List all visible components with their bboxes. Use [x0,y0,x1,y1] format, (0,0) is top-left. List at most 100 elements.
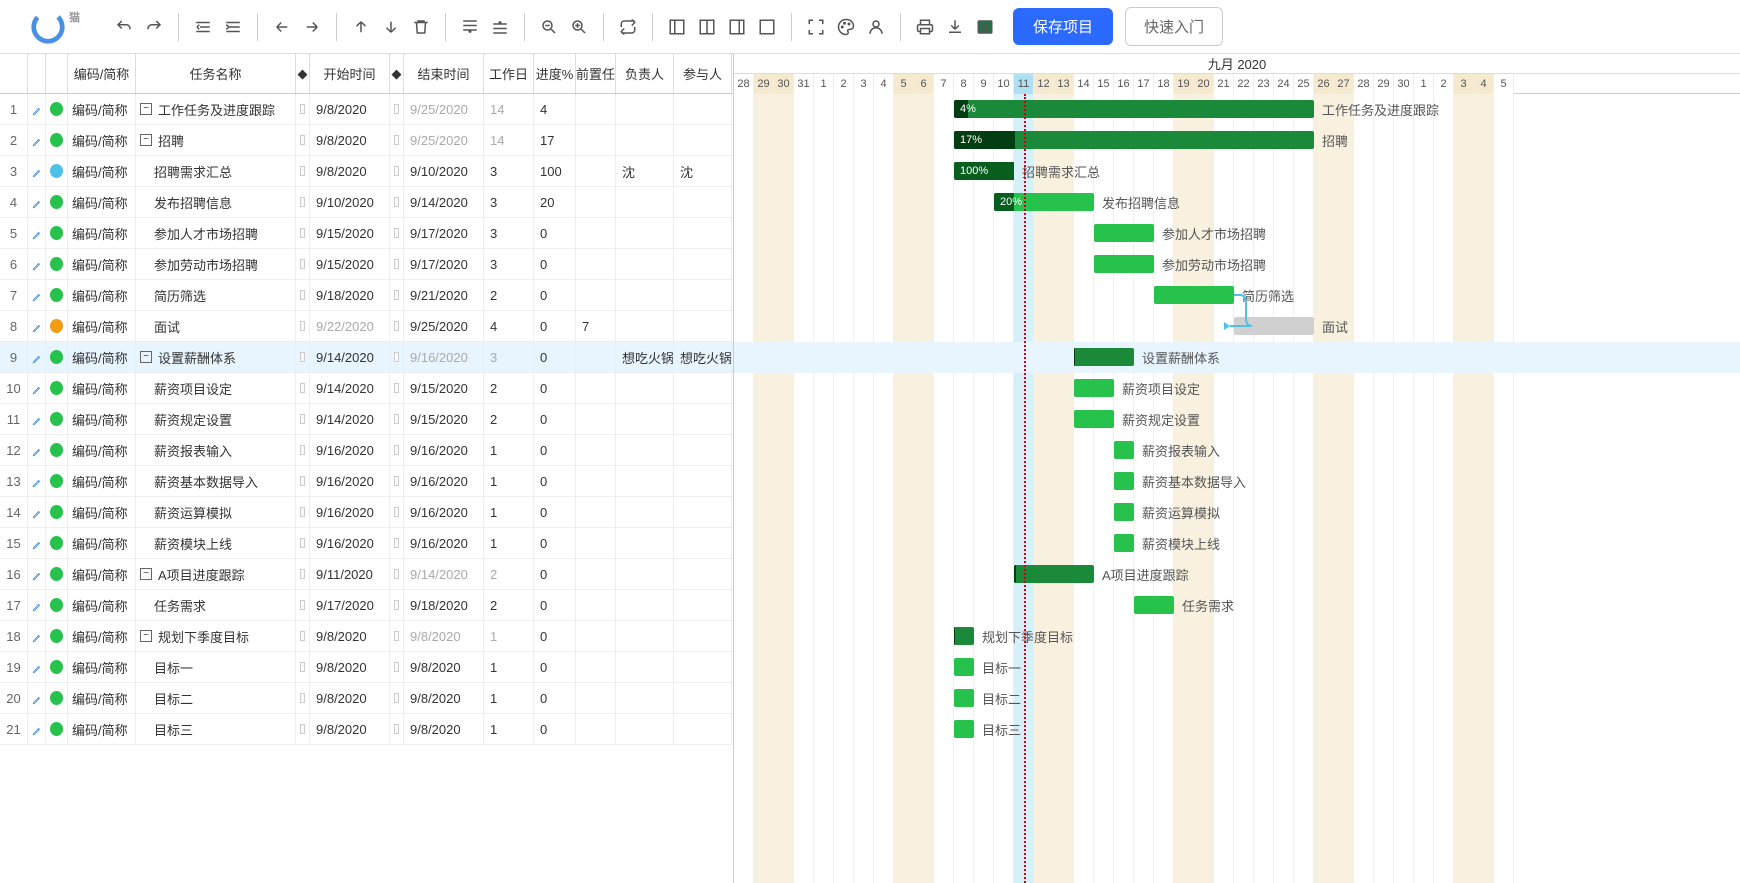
edit-row-icon[interactable] [28,466,46,496]
owner-cell[interactable]: 想吃火锅 [616,342,674,372]
status-dot[interactable] [46,466,68,496]
edit-row-icon[interactable] [28,218,46,248]
participant-cell[interactable] [674,652,732,682]
day-cell[interactable]: 19 [1174,74,1194,94]
gantt-bar[interactable]: 面试 [1234,317,1314,335]
edit-row-icon[interactable] [28,497,46,527]
gantt-h-scrollbar[interactable] [734,867,1740,883]
gantt-row[interactable]: 参加劳动市场招聘 [734,249,1740,280]
day-cell[interactable]: 3 [1454,74,1474,94]
edit-row-icon[interactable] [28,621,46,651]
predecessor-cell[interactable] [576,559,616,589]
duration-cell[interactable]: 1 [484,435,534,465]
end-marker[interactable] [390,311,404,341]
predecessor-cell[interactable] [576,621,616,651]
start-date-cell[interactable]: 9/18/2020 [310,280,390,310]
print-icon[interactable] [911,13,939,41]
start-date-cell[interactable]: 9/11/2020 [310,559,390,589]
duration-cell[interactable]: 1 [484,466,534,496]
gantt-row[interactable]: 目标三 [734,714,1740,745]
end-marker[interactable] [390,559,404,589]
gantt-row[interactable]: 目标一 [734,652,1740,683]
end-marker[interactable] [390,156,404,186]
task-name-cell[interactable]: −设置薪酬体系 [136,342,296,372]
col-owner[interactable]: 负责人 [616,54,674,93]
predecessor-cell[interactable] [576,652,616,682]
owner-cell[interactable] [616,590,674,620]
col-dur[interactable]: 工作日 [484,54,534,93]
gantt-bar[interactable]: 参加劳动市场招聘 [1094,255,1154,273]
end-marker[interactable] [390,125,404,155]
table-row[interactable]: 17编码/简称任务需求9/17/20209/18/202020 [0,590,733,621]
participant-cell[interactable] [674,125,732,155]
day-cell[interactable]: 30 [1394,74,1414,94]
duration-cell[interactable]: 4 [484,311,534,341]
code-cell[interactable]: 编码/简称 [68,528,136,558]
gantt-row[interactable]: 20%发布招聘信息 [734,187,1740,218]
table-row[interactable]: 15编码/简称薪资模块上线9/16/20209/16/202010 [0,528,733,559]
day-cell[interactable]: 3 [854,74,874,94]
code-cell[interactable]: 编码/简称 [68,125,136,155]
day-cell[interactable]: 26 [1314,74,1334,94]
gantt-bar[interactable]: 薪资报表输入 [1114,441,1134,459]
end-marker[interactable] [390,218,404,248]
gantt-row[interactable]: 薪资规定设置 [734,404,1740,435]
gantt-bar[interactable]: 目标三 [954,720,974,738]
duration-cell[interactable]: 2 [484,590,534,620]
code-cell[interactable]: 编码/简称 [68,559,136,589]
progress-cell[interactable]: 0 [534,404,576,434]
day-cell[interactable]: 25 [1294,74,1314,94]
gantt-row[interactable]: 目标二 [734,683,1740,714]
start-marker[interactable] [296,528,310,558]
duration-cell[interactable]: 1 [484,652,534,682]
gantt-row[interactable]: 设置薪酬体系 [734,342,1740,373]
start-date-cell[interactable]: 9/14/2020 [310,342,390,372]
predecessor-cell[interactable] [576,218,616,248]
code-cell[interactable]: 编码/简称 [68,218,136,248]
gantt-row[interactable]: 薪资报表输入 [734,435,1740,466]
day-cell[interactable]: 28 [734,74,754,94]
gantt-bar[interactable]: 薪资项目设定 [1074,379,1114,397]
duration-cell[interactable]: 1 [484,621,534,651]
move-up-icon[interactable] [347,13,375,41]
day-cell[interactable]: 22 [1234,74,1254,94]
participant-cell[interactable] [674,249,732,279]
day-cell[interactable]: 17 [1134,74,1154,94]
layout-2-icon[interactable] [693,13,721,41]
end-date-cell[interactable]: 9/10/2020 [404,156,484,186]
progress-cell[interactable]: 4 [534,94,576,124]
status-dot[interactable] [46,373,68,403]
duration-cell[interactable]: 3 [484,249,534,279]
col-name[interactable]: 任务名称 [136,54,296,93]
progress-cell[interactable]: 17 [534,125,576,155]
end-date-cell[interactable]: 9/16/2020 [404,342,484,372]
redo-icon[interactable] [140,13,168,41]
edit-row-icon[interactable] [28,94,46,124]
edit-row-icon[interactable] [28,435,46,465]
start-date-cell[interactable]: 9/15/2020 [310,218,390,248]
start-date-cell[interactable]: 9/8/2020 [310,125,390,155]
end-marker[interactable] [390,94,404,124]
col-participant[interactable]: 参与人 [674,54,732,93]
end-date-cell[interactable]: 9/17/2020 [404,249,484,279]
duration-cell[interactable]: 3 [484,156,534,186]
participant-cell[interactable] [674,311,732,341]
gantt-bar[interactable]: 薪资运算模拟 [1114,503,1134,521]
predecessor-cell[interactable] [576,249,616,279]
start-date-cell[interactable]: 9/16/2020 [310,466,390,496]
predecessor-cell[interactable] [576,683,616,713]
status-dot[interactable] [46,590,68,620]
predecessor-cell[interactable] [576,714,616,744]
progress-cell[interactable]: 20 [534,187,576,217]
owner-cell[interactable] [616,528,674,558]
end-marker[interactable] [390,404,404,434]
start-date-cell[interactable]: 9/10/2020 [310,187,390,217]
day-cell[interactable]: 28 [1354,74,1374,94]
edit-row-icon[interactable] [28,156,46,186]
participant-cell[interactable] [674,435,732,465]
progress-cell[interactable]: 0 [534,497,576,527]
start-marker[interactable] [296,280,310,310]
owner-cell[interactable] [616,683,674,713]
participant-cell[interactable] [674,218,732,248]
end-date-cell[interactable]: 9/8/2020 [404,652,484,682]
